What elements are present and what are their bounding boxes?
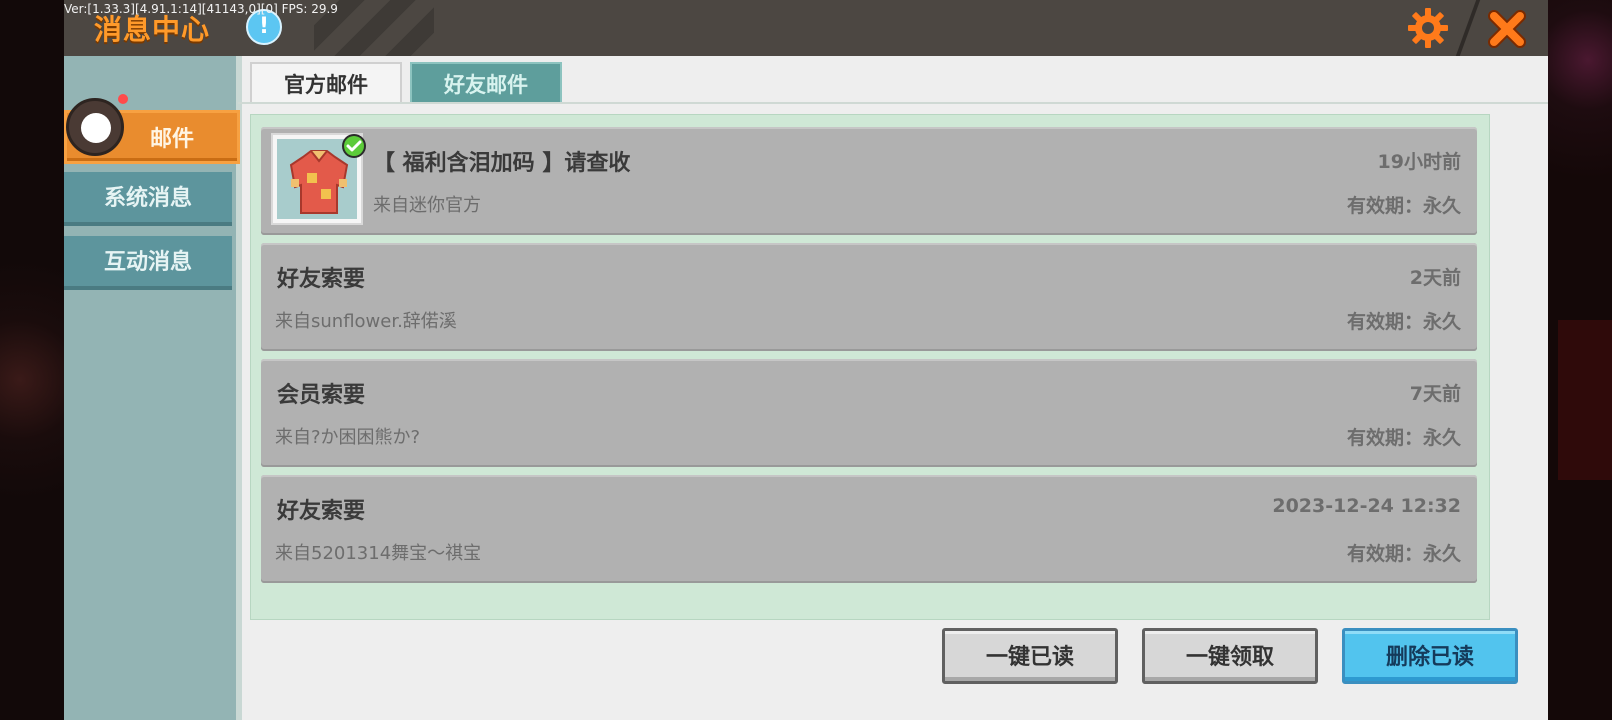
- sidebar-item-label: 互动消息: [103, 250, 192, 275]
- tab-divider: [238, 102, 1548, 104]
- mail-time: 2023-12-24 12:32: [1272, 495, 1461, 517]
- sidebar-item-system-messages[interactable]: 系统消息: [64, 172, 232, 226]
- message-center-panel: 消息中心 ! Ver:[1.33.3][4.91.1:14][41143,0][…: [64, 0, 1548, 720]
- mail-sender: 来自迷你官方: [373, 195, 481, 216]
- mail-validity: 有效期：永久: [1346, 311, 1461, 333]
- mail-list: 【 福利含泪加码 】请查收 来自迷你官方 19小时前 有效期：永久 好友索要 来…: [250, 114, 1490, 620]
- tab-friend-mail[interactable]: 好友邮件: [410, 62, 562, 104]
- mail-item[interactable]: 好友索要 来自5201314舞宝～祺宝 2023-12-24 12:32 有效期…: [261, 475, 1477, 583]
- item-thumbnail: [271, 133, 366, 225]
- mail-sender: 来自5201314舞宝～祺宝: [275, 543, 482, 564]
- gear-icon[interactable]: [1406, 6, 1450, 50]
- notification-dot: [118, 94, 128, 104]
- mail-title: 好友索要: [277, 267, 366, 292]
- header-bar: 消息中心 ! Ver:[1.33.3][4.91.1:14][41143,0][…: [64, 0, 1548, 56]
- mail-title: 会员索要: [277, 383, 366, 408]
- mail-validity: 有效期：永久: [1346, 427, 1461, 449]
- mail-time: 19小时前: [1377, 151, 1461, 173]
- mail-sender: 来自sunflower.辞偌溪: [275, 311, 457, 332]
- claim-all-button[interactable]: 一键领取: [1142, 628, 1318, 684]
- mail-time: 2天前: [1409, 267, 1461, 289]
- sidebar-item-label: 系统消息: [103, 186, 192, 211]
- mail-item[interactable]: 【 福利含泪加码 】请查收 来自迷你官方 19小时前 有效期：永久: [261, 127, 1477, 235]
- mail-item[interactable]: 好友索要 来自sunflower.辞偌溪 2天前 有效期：永久: [261, 243, 1477, 351]
- tab-official-mail[interactable]: 官方邮件: [250, 62, 402, 104]
- mail-validity: 有效期：永久: [1346, 195, 1461, 217]
- check-icon: [342, 134, 366, 158]
- delete-read-button[interactable]: 删除已读: [1342, 628, 1518, 684]
- mail-title: 【 福利含泪加码 】请查收: [373, 151, 631, 176]
- mark-all-read-button[interactable]: 一键已读: [942, 628, 1118, 684]
- close-icon[interactable]: [1484, 6, 1530, 52]
- avatar[interactable]: [66, 98, 124, 156]
- background-right: [1548, 0, 1612, 720]
- background-left: [0, 0, 64, 720]
- mail-item[interactable]: 会员索要 来自?か困困熊か? 7天前 有效期：永久: [261, 359, 1477, 467]
- debug-version-text: Ver:[1.33.3][4.91.1:14][41143,0][0] FPS:…: [64, 2, 338, 16]
- mail-sender: 来自?か困困熊か?: [275, 427, 421, 448]
- mail-time: 7天前: [1409, 383, 1461, 405]
- sidebar-item-interaction-messages[interactable]: 互动消息: [64, 236, 232, 290]
- header-divider: [1455, 0, 1481, 56]
- mail-title: 好友索要: [277, 499, 366, 524]
- mail-validity: 有效期：永久: [1346, 543, 1461, 565]
